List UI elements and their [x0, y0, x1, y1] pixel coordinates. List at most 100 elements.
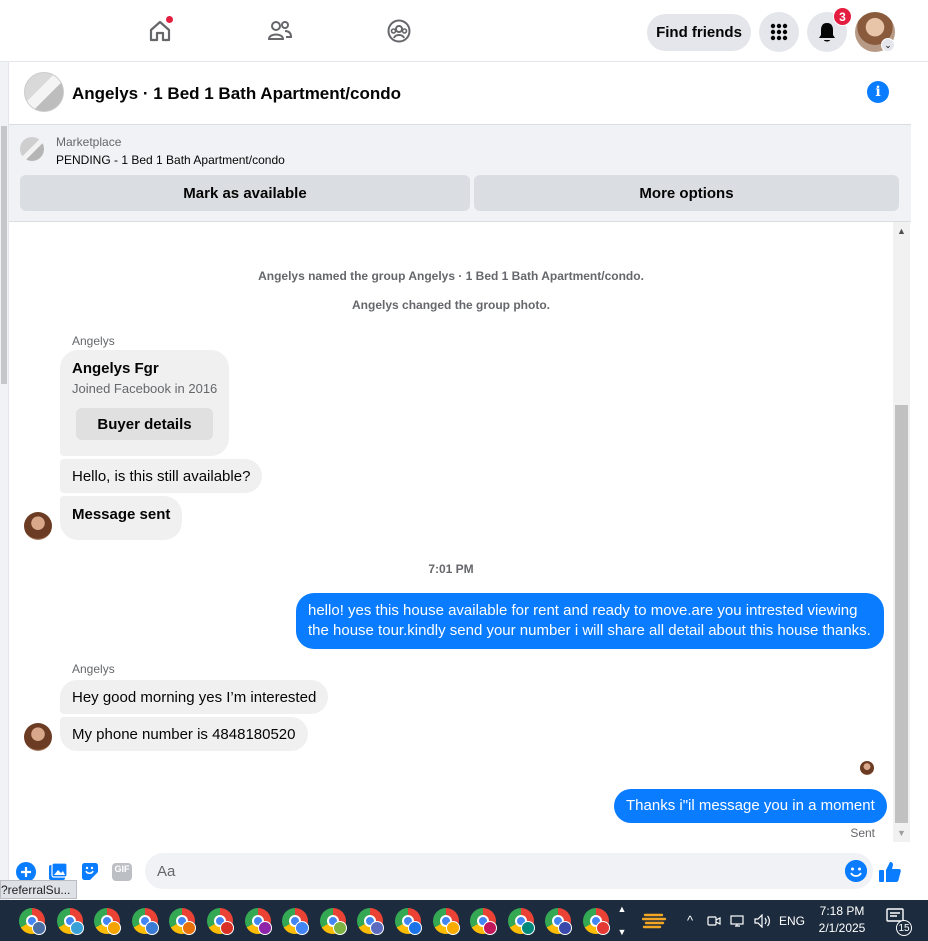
buyer-card: Angelys Fgr Joined Facebook in 2016 Buye…	[60, 350, 229, 456]
message-input-wrapper	[145, 853, 873, 889]
chrome-icon[interactable]	[244, 908, 272, 935]
chrome-profile-badge	[144, 921, 159, 935]
clock-time: 7:18 PM	[819, 904, 865, 918]
message-thread[interactable]: Angelys named the group Angelys · 1 Bed …	[9, 222, 893, 842]
gif-label: GIF	[114, 864, 130, 874]
chrome-icon[interactable]	[19, 908, 46, 935]
messenger-window: Find friends 3 ⌄ Angelys · 1 Bed 1 Bath …	[0, 0, 928, 941]
chrome-profile-badge	[558, 921, 573, 935]
friends-icon[interactable]	[265, 16, 295, 46]
chevron-up-icon[interactable]: ^	[680, 900, 700, 941]
link-preview-tooltip: ?referralSu...	[0, 880, 78, 899]
notification-center-icon[interactable]: 15	[886, 908, 912, 936]
buyer-details-button[interactable]: Buyer details	[76, 408, 213, 440]
chrome-icon[interactable]	[207, 908, 234, 935]
mark-as-available-button[interactable]: Mark as available	[20, 175, 470, 211]
chrome-icon[interactable]	[169, 908, 197, 935]
group-avatar[interactable]	[24, 72, 64, 112]
home-icon[interactable]	[145, 15, 175, 46]
incoming-message[interactable]: Hello, is this still available?	[60, 459, 263, 493]
chrome-profile-badge	[220, 921, 234, 935]
windows-taskbar: ▲ ▼ ^ ENG 7:18 PM 2/1/2025 15	[0, 900, 928, 941]
system-message: Angelys changed the group photo.	[352, 298, 550, 312]
chrome-profile-badge	[483, 921, 498, 935]
scroll-down-icon[interactable]: ▼	[897, 828, 906, 838]
thumbs-up-icon[interactable]	[877, 859, 903, 885]
left-scrollbar[interactable]	[0, 62, 9, 900]
volume-icon[interactable]	[752, 900, 774, 941]
menu-grid-icon[interactable]	[759, 12, 799, 52]
chat-title[interactable]: Angelys · 1 Bed 1 Bath Apartment/condo	[72, 84, 401, 104]
outgoing-message[interactable]: hello! yes this house available for rent…	[296, 593, 884, 649]
chevron-down-icon[interactable]: ⌄	[881, 38, 895, 52]
more-options-button[interactable]: More options	[474, 175, 899, 211]
timestamp: 7:01 PM	[428, 562, 474, 576]
marketplace-label: Marketplace	[56, 135, 122, 149]
chrome-profile-badge	[69, 921, 84, 935]
chrome-profile-badge	[332, 921, 347, 935]
chevron-up-icon[interactable]: ▲	[618, 904, 627, 914]
info-icon[interactable]: i	[867, 81, 889, 103]
chevron-down-icon[interactable]: ▼	[618, 927, 627, 937]
scroll-up-icon[interactable]: ▲	[897, 226, 906, 236]
avatar[interactable]	[24, 512, 52, 540]
chrome-icon[interactable]	[56, 908, 84, 935]
chrome-icon[interactable]	[94, 908, 122, 935]
chrome-icon[interactable]	[395, 908, 422, 935]
incoming-message[interactable]: Message sent	[60, 496, 183, 540]
chrome-profile-badge	[32, 921, 46, 935]
emoji-icon[interactable]	[845, 860, 867, 882]
language-indicator[interactable]: ENG	[777, 900, 807, 941]
thread-scrollbar[interactable]: ▲ ▼	[893, 222, 910, 842]
outgoing-message[interactable]: Thanks i"il message you in a moment	[614, 789, 887, 823]
chrome-profile-badge	[596, 921, 610, 935]
seen-avatar	[860, 761, 874, 775]
widgets-icon[interactable]	[640, 900, 670, 941]
left-scrollbar-thumb[interactable]	[1, 126, 7, 384]
buyer-name: Angelys Fgr	[72, 360, 159, 377]
chrome-icon[interactable]	[432, 908, 460, 935]
chrome-profile-badge	[445, 921, 460, 935]
marketplace-banner: Marketplace PENDING - 1 Bed 1 Bath Apart…	[9, 125, 911, 222]
chrome-icon[interactable]	[545, 908, 573, 935]
chrome-profile-badge	[295, 921, 310, 935]
system-clock[interactable]: 7:18 PM 2/1/2025	[806, 903, 878, 937]
network-icon[interactable]	[728, 900, 748, 941]
meet-now-icon[interactable]	[704, 900, 724, 941]
groups-icon[interactable]	[384, 16, 414, 46]
clock-date: 2/1/2025	[818, 921, 866, 935]
chrome-icon[interactable]	[583, 908, 610, 935]
sender-name: Angelys	[72, 662, 115, 676]
avatar[interactable]	[24, 723, 52, 751]
chrome-icon[interactable]	[131, 908, 159, 935]
chrome-icon[interactable]	[319, 908, 347, 935]
listing-thumbnail[interactable]	[20, 137, 44, 161]
gif-icon[interactable]: GIF	[111, 861, 133, 883]
chrome-profile-badge	[182, 921, 197, 935]
chrome-profile-badge	[107, 921, 122, 935]
chrome-icon[interactable]	[357, 908, 385, 935]
listing-status: PENDING - 1 Bed 1 Bath Apartment/condo	[56, 153, 285, 167]
thread-scrollbar-thumb[interactable]	[895, 405, 908, 823]
sticker-icon[interactable]	[79, 861, 101, 883]
notification-badge: 3	[833, 7, 852, 26]
chrome-icon[interactable]	[507, 908, 535, 935]
chrome-profile-badge	[408, 921, 422, 935]
taskbar-scroll-arrows[interactable]: ▲ ▼	[615, 900, 629, 941]
buyer-joined: Joined Facebook in 2016	[72, 381, 218, 396]
notification-count: 15	[896, 920, 912, 936]
home-notification-dot	[165, 15, 174, 24]
find-friends-button[interactable]: Find friends	[647, 14, 751, 51]
composer: GIF	[9, 842, 928, 900]
chat-header: Angelys · 1 Bed 1 Bath Apartment/condo i	[9, 62, 911, 125]
chrome-icon[interactable]	[282, 908, 310, 935]
sent-status: Sent	[850, 826, 875, 840]
incoming-message[interactable]: Hey good morning yes I’m interested	[60, 680, 329, 714]
chrome-icon[interactable]	[470, 908, 498, 935]
system-message: Angelys named the group Angelys · 1 Bed …	[258, 269, 644, 283]
message-input[interactable]	[157, 853, 827, 889]
chrome-profile-badge	[520, 921, 535, 935]
incoming-message[interactable]: My phone number is 4848180520	[60, 717, 308, 751]
top-navigation: Find friends 3 ⌄	[0, 0, 928, 62]
chrome-profile-badge	[370, 921, 385, 935]
